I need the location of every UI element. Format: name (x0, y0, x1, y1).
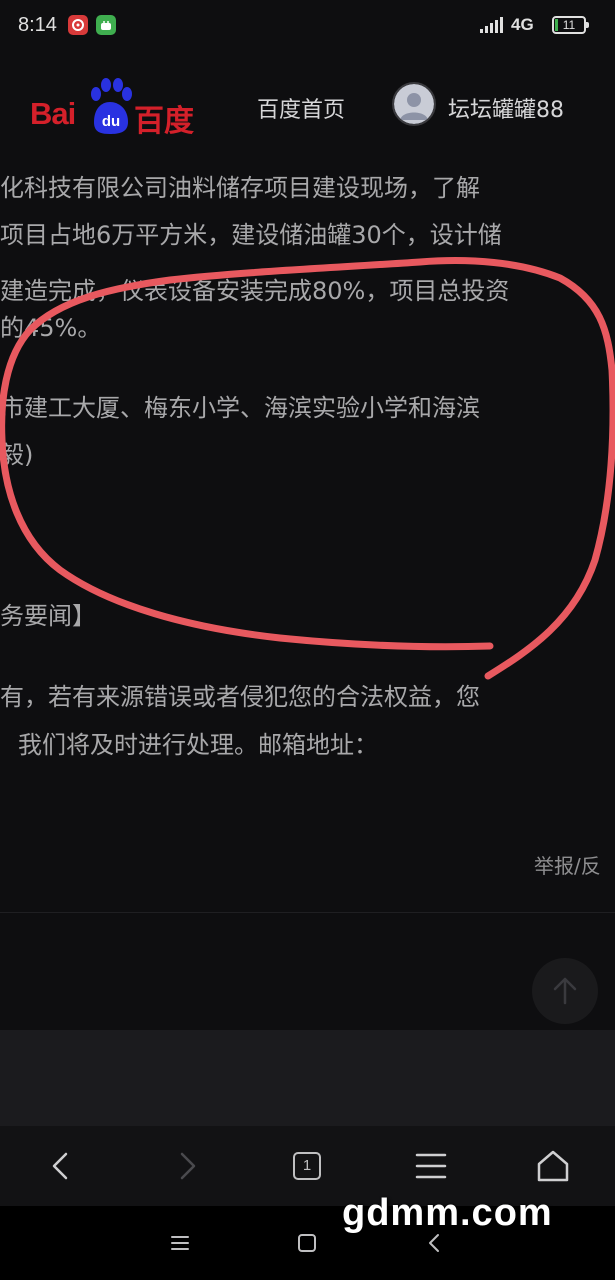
menu-icon (415, 1153, 447, 1179)
logo-chinese-text: 百度 (134, 104, 194, 139)
article-line: 有，若有来源错误或者侵犯您的合法权益，您 (0, 683, 480, 711)
logo-latin-text: Bai (30, 96, 76, 131)
back-to-top-button[interactable] (532, 958, 598, 1024)
menu-icon (171, 1236, 189, 1250)
battery-level: 11 (562, 18, 576, 32)
baidu-paw-icon: du (91, 78, 132, 134)
logo-du-text: du (102, 113, 120, 130)
signal-strength-icon (480, 17, 503, 33)
divider (0, 912, 615, 913)
back-button[interactable] (42, 1146, 82, 1186)
status-time: 8:14 (18, 14, 57, 36)
music-app-icon (68, 15, 88, 35)
article-line: 项目占地6万平方米，建设储油罐30个，设计储 (0, 221, 502, 249)
watermark: gdmm.com (342, 1192, 553, 1234)
article-line: 化科技有限公司油料储存项目建设现场，了解 (0, 174, 480, 202)
report-feedback-link[interactable]: 举报/反 (534, 850, 601, 879)
system-menu-button[interactable] (165, 1228, 195, 1258)
article-line: 我们将及时进行处理。邮箱地址： (18, 731, 378, 759)
article-line: 市建工大厦、梅东小学、海滨实验小学和海滨 (0, 394, 480, 422)
article-line: 务要闻】 (0, 602, 96, 630)
baidu-logo[interactable]: Bai du 百度 (30, 78, 200, 139)
tab-count: 1 (293, 1152, 321, 1180)
home-icon (537, 1150, 569, 1182)
baidu-home-link[interactable]: 百度首页 (257, 92, 345, 124)
menu-button[interactable] (411, 1146, 451, 1186)
forward-button[interactable] (166, 1146, 206, 1186)
android-app-icon (96, 15, 116, 35)
arrow-up-icon (553, 977, 577, 1005)
system-home-button[interactable] (292, 1228, 322, 1258)
battery-icon: 11 (552, 16, 589, 34)
user-avatar[interactable] (392, 82, 436, 126)
chevron-right-icon (180, 1152, 196, 1180)
page-header: Bai du 百度 百度首页 坛坛罐罐88 (0, 70, 615, 140)
user-name[interactable]: 坛坛罐罐88 (448, 92, 564, 124)
article-line: 毅) (0, 441, 34, 469)
bottom-panel (0, 1030, 615, 1126)
status-bar: 8:14 4G 11 (0, 0, 615, 52)
square-icon (298, 1234, 316, 1252)
article-line: 的45%。 (0, 314, 102, 342)
tabs-button[interactable]: 1 (288, 1146, 328, 1186)
article-body: 化科技有限公司油料储存项目建设现场，了解 项目占地6万平方米，建设储油罐30个，… (0, 150, 615, 930)
network-type: 4G (511, 15, 534, 34)
chevron-left-icon (52, 1152, 68, 1180)
article-line: 建造完成，仪表设备安装完成80%，项目总投资 (0, 277, 510, 305)
home-button[interactable] (533, 1146, 573, 1186)
